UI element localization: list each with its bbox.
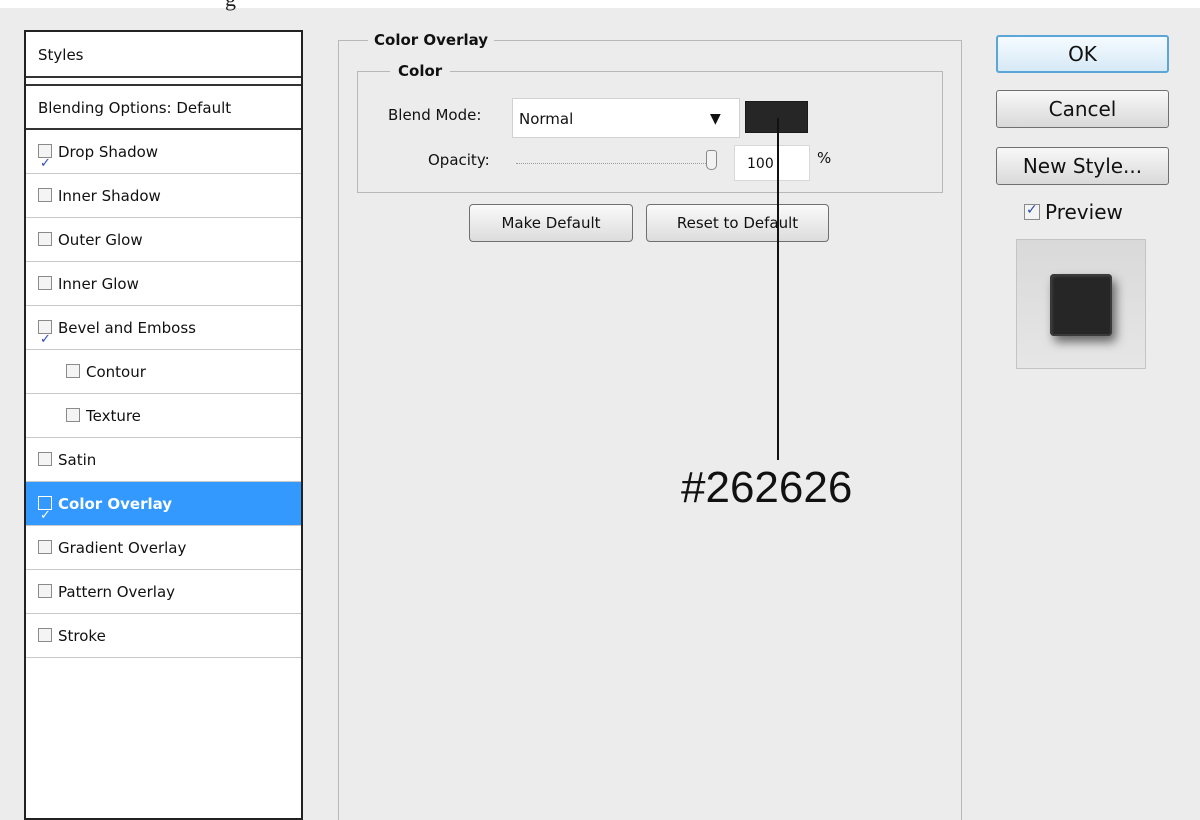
blending-options-item[interactable]: Blending Options: Default [26,84,301,130]
style-item[interactable]: Pattern Overlay [26,570,301,614]
top-strip [0,0,1200,8]
style-checkbox[interactable] [38,584,52,598]
opacity-input[interactable]: 100 [734,145,810,181]
color-overlay-title: Color Overlay [368,30,495,50]
style-checkbox[interactable] [38,276,52,290]
style-item-label: Pattern Overlay [58,583,176,601]
styles-list-panel: Styles Blending Options: Default Drop Sh… [24,30,303,820]
style-item-label: Inner Glow [58,275,139,293]
style-checkbox[interactable] [38,494,52,538]
style-item-label: Inner Shadow [58,187,161,205]
ok-button[interactable]: OK [996,35,1169,73]
style-item[interactable]: Satin [26,438,301,482]
blend-mode-value: Normal [519,110,574,128]
style-item[interactable]: Texture [26,394,301,438]
annotation-pointer-line [777,118,779,460]
style-checkbox[interactable] [38,452,52,466]
preview-checkbox[interactable] [1024,202,1040,220]
new-style-button[interactable]: New Style... [996,147,1169,185]
style-item[interactable]: Drop Shadow [26,130,301,186]
opacity-value: 100 [747,156,774,172]
style-item-label: Texture [86,407,141,425]
style-item-label: Contour [86,363,146,381]
cancel-button[interactable]: Cancel [996,90,1169,128]
style-item-label: Drop Shadow [58,143,159,161]
style-checkbox[interactable] [38,628,52,642]
style-item-label: Stroke [58,627,106,645]
style-item[interactable]: Color Overlay [26,482,301,538]
style-item[interactable]: Gradient Overlay [26,526,301,570]
style-item[interactable]: Outer Glow [26,218,301,262]
style-item-label: Satin [58,451,97,469]
opacity-label: Opacity: [428,151,490,169]
style-checkbox[interactable] [66,364,80,378]
style-item-label: Color Overlay [58,495,173,513]
style-checkbox[interactable] [66,408,80,422]
color-group-title: Color [390,61,451,81]
style-item[interactable]: Inner Glow [26,262,301,306]
style-item[interactable]: Contour [26,350,301,394]
preview-square [1050,274,1112,336]
preview-thumbnail [1016,239,1146,369]
annotation-color-label: #262626 [681,463,853,512]
blend-mode-select[interactable]: Normal ▼ [512,98,740,138]
reset-to-default-button[interactable]: Reset to Default [646,204,829,242]
style-item-label: Gradient Overlay [58,539,187,557]
opacity-slider-thumb[interactable] [706,150,717,170]
blend-mode-label: Blend Mode: [388,106,482,124]
style-item[interactable]: Bevel and Emboss [26,306,301,362]
preview-label: Preview [1045,200,1123,224]
style-item[interactable]: Stroke [26,614,301,658]
style-item-label: Bevel and Emboss [58,319,196,337]
style-checkbox[interactable] [38,188,52,202]
style-checkbox[interactable] [38,540,52,554]
opacity-slider-track[interactable] [516,163,716,165]
style-checkbox[interactable] [38,318,52,362]
styles-header[interactable]: Styles [26,32,301,78]
opacity-unit: % [817,149,832,167]
cropped-caption-fragment: g [225,0,236,10]
style-item-label: Outer Glow [58,231,143,249]
style-item[interactable]: Inner Shadow [26,174,301,218]
dropdown-arrow-icon: ▼ [710,111,721,127]
make-default-button[interactable]: Make Default [469,204,633,242]
style-checkbox[interactable] [38,232,52,246]
style-checkbox[interactable] [38,142,52,186]
